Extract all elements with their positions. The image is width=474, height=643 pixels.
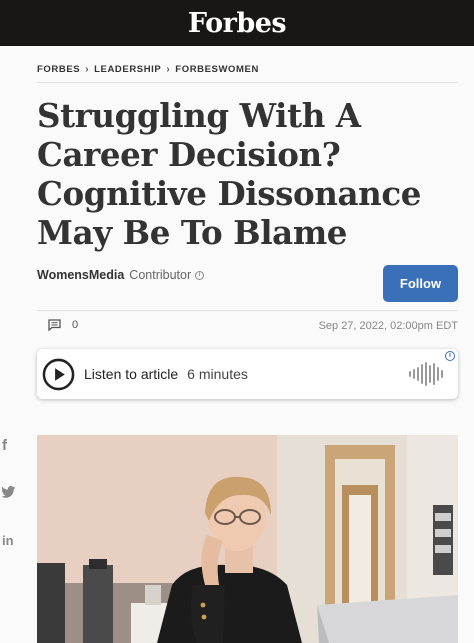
article-hero-image xyxy=(37,435,458,643)
twitter-icon[interactable] xyxy=(2,486,16,498)
listen-to-article-player[interactable]: Listen to article 6 minutes i xyxy=(37,349,458,399)
linkedin-icon[interactable]: in xyxy=(2,533,14,548)
forbes-logo[interactable]: Forbes xyxy=(188,8,287,39)
divider xyxy=(37,310,458,311)
breadcrumb-forbeswomen[interactable]: FORBESWOMEN xyxy=(175,64,259,75)
top-bar: Forbes xyxy=(0,0,474,46)
breadcrumb: FORBES › LEADERSHIP › FORBESWOMEN xyxy=(37,64,259,75)
breadcrumb-leadership[interactable]: LEADERSHIP xyxy=(94,64,161,75)
listen-duration: 6 minutes xyxy=(187,366,248,382)
audio-waveform-icon xyxy=(409,362,443,386)
publish-date: Sep 27, 2022, 02:00pm EDT xyxy=(318,320,458,332)
article-headline: Struggling With A Career Decision? Cogni… xyxy=(37,96,422,252)
author-byline: WomensMedia Contributor i xyxy=(37,268,205,282)
divider xyxy=(37,82,458,83)
woman-at-laptop-photo xyxy=(37,435,458,643)
breadcrumb-forbes[interactable]: FORBES xyxy=(37,64,80,75)
author-role: Contributor xyxy=(129,268,192,282)
info-icon[interactable]: i xyxy=(195,270,205,280)
comments-link[interactable]: 0 xyxy=(48,319,78,331)
listen-label: Listen to article xyxy=(84,366,179,382)
facebook-icon[interactable]: f xyxy=(2,437,7,454)
chevron-right-icon: › xyxy=(166,64,171,75)
ad-info-icon[interactable]: i xyxy=(445,351,455,361)
play-icon[interactable] xyxy=(42,358,75,391)
comment-count: 0 xyxy=(72,319,79,331)
comment-icon xyxy=(48,319,61,331)
follow-button[interactable]: Follow xyxy=(383,265,458,302)
chevron-right-icon: › xyxy=(85,64,90,75)
author-name[interactable]: WomensMedia xyxy=(37,268,124,282)
